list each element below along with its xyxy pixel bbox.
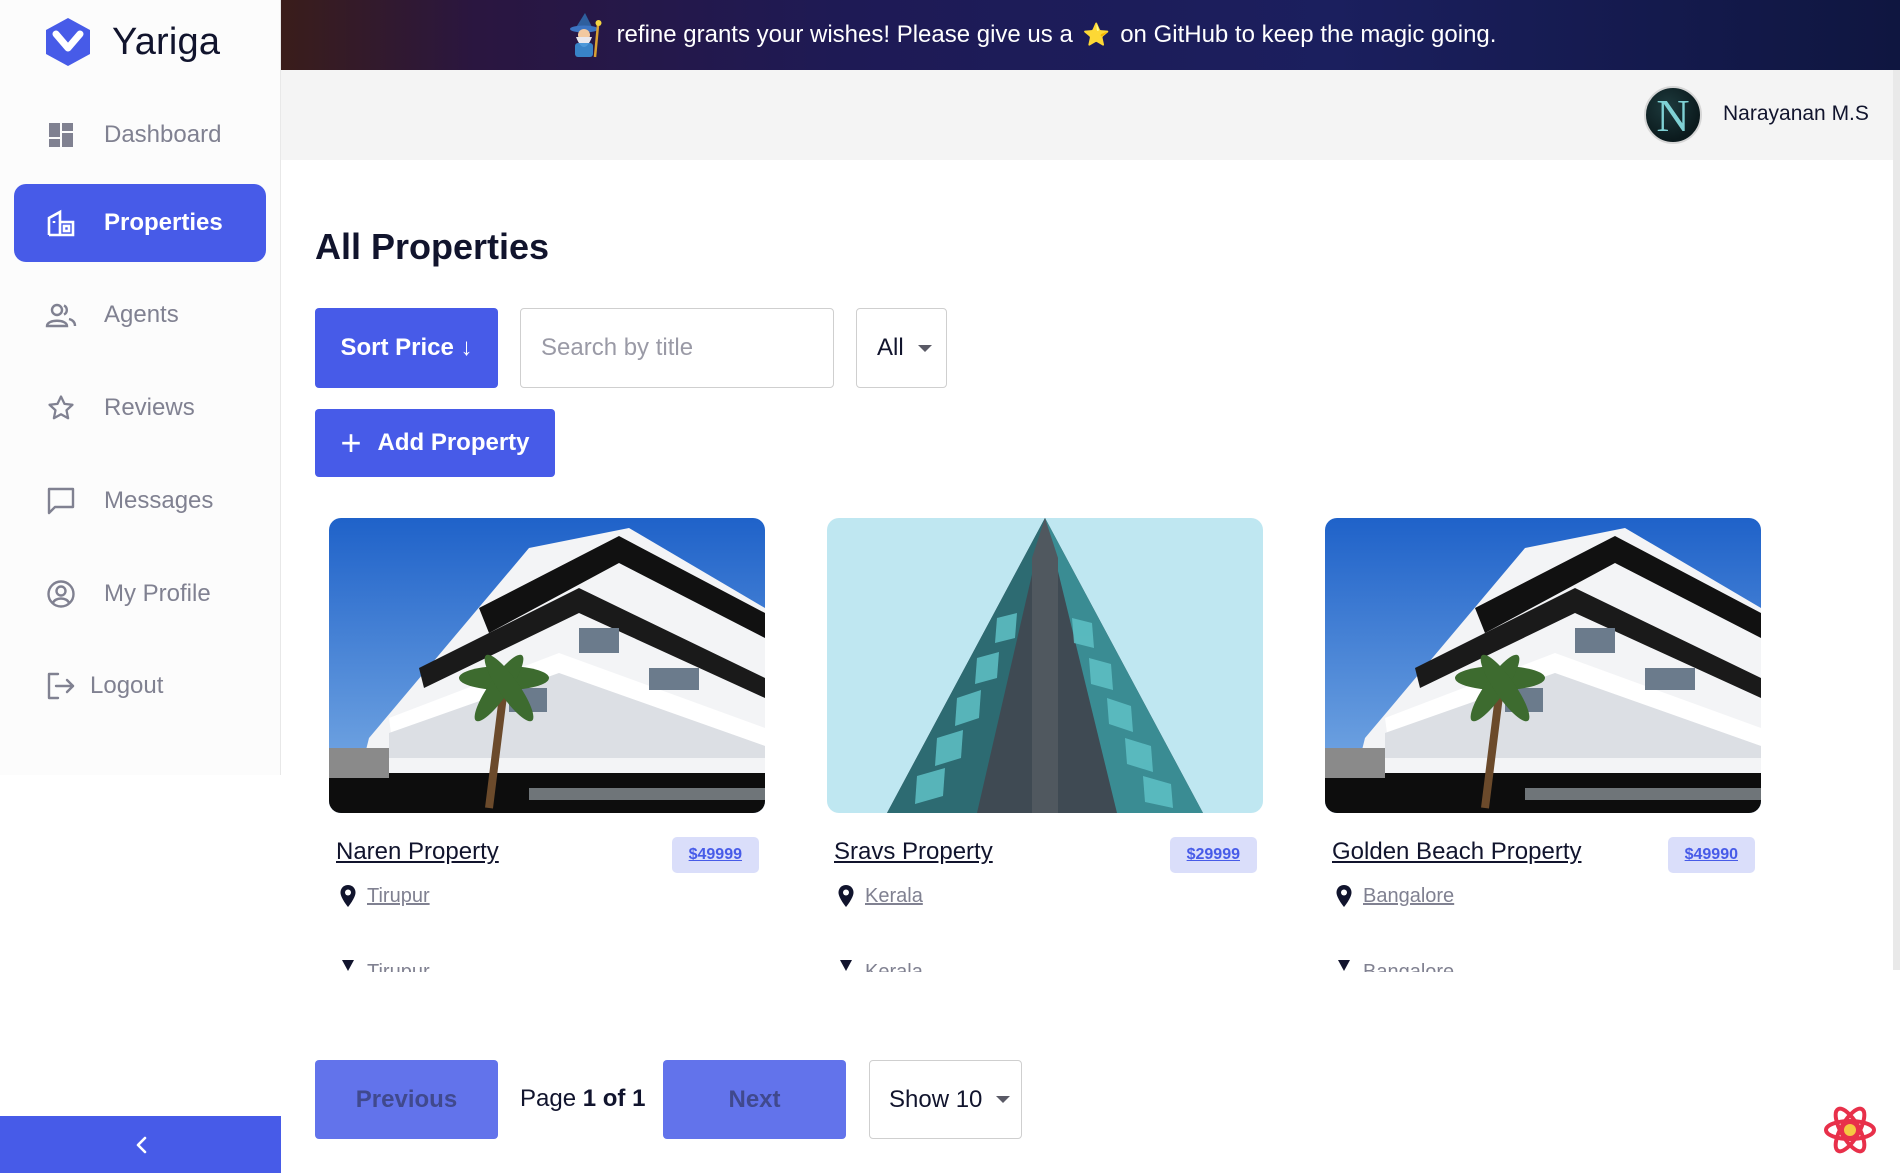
app-name: Yariga — [112, 20, 221, 63]
sidebar-item-dashboard[interactable]: Dashboard — [14, 96, 266, 174]
property-image[interactable] — [1325, 518, 1761, 813]
property-location[interactable]: Tirupur — [339, 884, 430, 908]
location-pin-icon — [838, 885, 854, 907]
location-pin-icon — [1338, 960, 1350, 971]
chat-icon — [44, 484, 78, 518]
scrollbar[interactable] — [1893, 70, 1900, 970]
sidebar-item-properties[interactable]: Properties — [14, 184, 266, 262]
sidebar-item-my-profile[interactable]: My Profile — [14, 555, 266, 633]
property-title[interactable]: Naren Property — [336, 838, 499, 866]
location-pin-icon — [840, 960, 852, 971]
banner-star-icon: ⭐ — [1082, 22, 1111, 47]
total-pages: 1 — [632, 1085, 646, 1112]
property-location[interactable]: Bangalore — [1335, 884, 1454, 908]
location-text: Bangalore — [1363, 884, 1455, 907]
chevron-left-icon — [136, 1136, 146, 1153]
sidebar-item-label: Logout — [90, 672, 164, 699]
banner-text-after: on GitHub to keep the magic going. — [1120, 21, 1497, 48]
sidebar-item-messages[interactable]: Messages — [14, 462, 266, 540]
white-building-image — [329, 518, 765, 813]
user-avatar[interactable]: N — [1644, 86, 1702, 144]
agents-icon — [44, 298, 78, 332]
sidebar-item-label: Reviews — [104, 394, 195, 421]
page-indicator: Page 1 of 1 — [520, 1085, 645, 1113]
property-location[interactable]: Kerala — [837, 884, 923, 908]
property-location-duplicate: Kerala — [837, 958, 923, 972]
add-property-button[interactable]: + Add Property — [315, 409, 555, 477]
price-tag[interactable]: $29999 — [1169, 837, 1257, 873]
property-type-select[interactable]: All — [856, 308, 947, 388]
location-pin-icon — [340, 885, 356, 907]
property-card[interactable]: Sravs Property $29999 Kerala Kerala — [827, 518, 1263, 972]
teal-tower-image — [827, 518, 1263, 813]
sidebar-item-label: Properties — [104, 209, 223, 236]
caret-down-icon — [996, 1096, 1011, 1103]
sidebar-collapse-button[interactable] — [0, 1116, 281, 1173]
price-tag[interactable]: $49990 — [1667, 837, 1755, 873]
property-card[interactable]: Golden Beach Property $49990 Bangalore B… — [1325, 518, 1761, 972]
location-pin-icon — [1336, 885, 1352, 907]
location-text: Kerala — [865, 961, 923, 972]
property-title[interactable]: Sravs Property — [834, 838, 993, 866]
star-icon — [44, 391, 78, 425]
sidebar-item-agents[interactable]: Agents — [14, 276, 266, 354]
page-size-value: Show 10 — [889, 1085, 983, 1113]
github-star-banner[interactable]: refine grants your wishes! Please give u… — [281, 0, 1900, 70]
yariga-logo-icon — [46, 18, 90, 66]
location-text: Tirupur — [367, 961, 430, 972]
sidebar-item-reviews[interactable]: Reviews — [14, 369, 266, 447]
property-location-duplicate: Bangalore — [1335, 958, 1454, 972]
previous-page-button[interactable]: Previous — [315, 1060, 498, 1139]
sidebar-item-label: Messages — [104, 487, 214, 514]
property-card[interactable]: Naren Property $49999 Tirupur Tirupur — [329, 518, 765, 972]
dashboard-icon — [44, 118, 78, 152]
sidebar: Yariga Dashboard Properties Agents Revie… — [0, 0, 281, 775]
location-text: Kerala — [865, 884, 923, 907]
page-title: All Properties — [315, 226, 550, 267]
add-property-label: Add Property — [377, 429, 530, 456]
sidebar-item-label: Agents — [104, 301, 179, 328]
caret-down-icon — [917, 344, 932, 352]
location-text: Tirupur — [367, 884, 430, 907]
property-image[interactable] — [329, 518, 765, 813]
avatar-letter: N — [1656, 89, 1690, 141]
app-logo[interactable]: Yariga — [40, 14, 220, 70]
sidebar-item-label: Dashboard — [104, 121, 222, 148]
property-location-duplicate: Tirupur — [339, 958, 430, 972]
logout-icon — [44, 669, 78, 703]
properties-icon — [44, 206, 78, 240]
property-title[interactable]: Golden Beach Property — [1332, 838, 1581, 866]
next-page-button[interactable]: Next — [663, 1060, 846, 1139]
white-building-image — [1325, 518, 1761, 813]
sort-price-button[interactable]: Sort Price ↓ — [315, 308, 498, 388]
property-image[interactable] — [827, 518, 1263, 813]
location-text: Bangalore — [1363, 961, 1455, 972]
sidebar-item-logout[interactable]: Logout — [14, 647, 266, 725]
page-word: Page — [520, 1085, 577, 1112]
search-input[interactable] — [520, 308, 834, 388]
plus-icon: + — [340, 422, 362, 463]
location-pin-icon — [342, 960, 354, 971]
sidebar-item-label: My Profile — [104, 580, 211, 607]
page-size-select[interactable]: Show 10 — [869, 1060, 1022, 1139]
react-query-devtools-icon[interactable] — [1820, 1100, 1880, 1160]
profile-icon — [44, 577, 78, 611]
wizard-icon — [569, 13, 602, 58]
current-page: 1 — [582, 1085, 597, 1112]
of-word: of — [602, 1085, 626, 1112]
price-tag[interactable]: $49999 — [671, 837, 759, 873]
select-value: All — [877, 334, 904, 361]
user-name: Narayanan M.S — [1723, 102, 1869, 125]
banner-text-before: refine grants your wishes! Please give u… — [616, 21, 1073, 48]
